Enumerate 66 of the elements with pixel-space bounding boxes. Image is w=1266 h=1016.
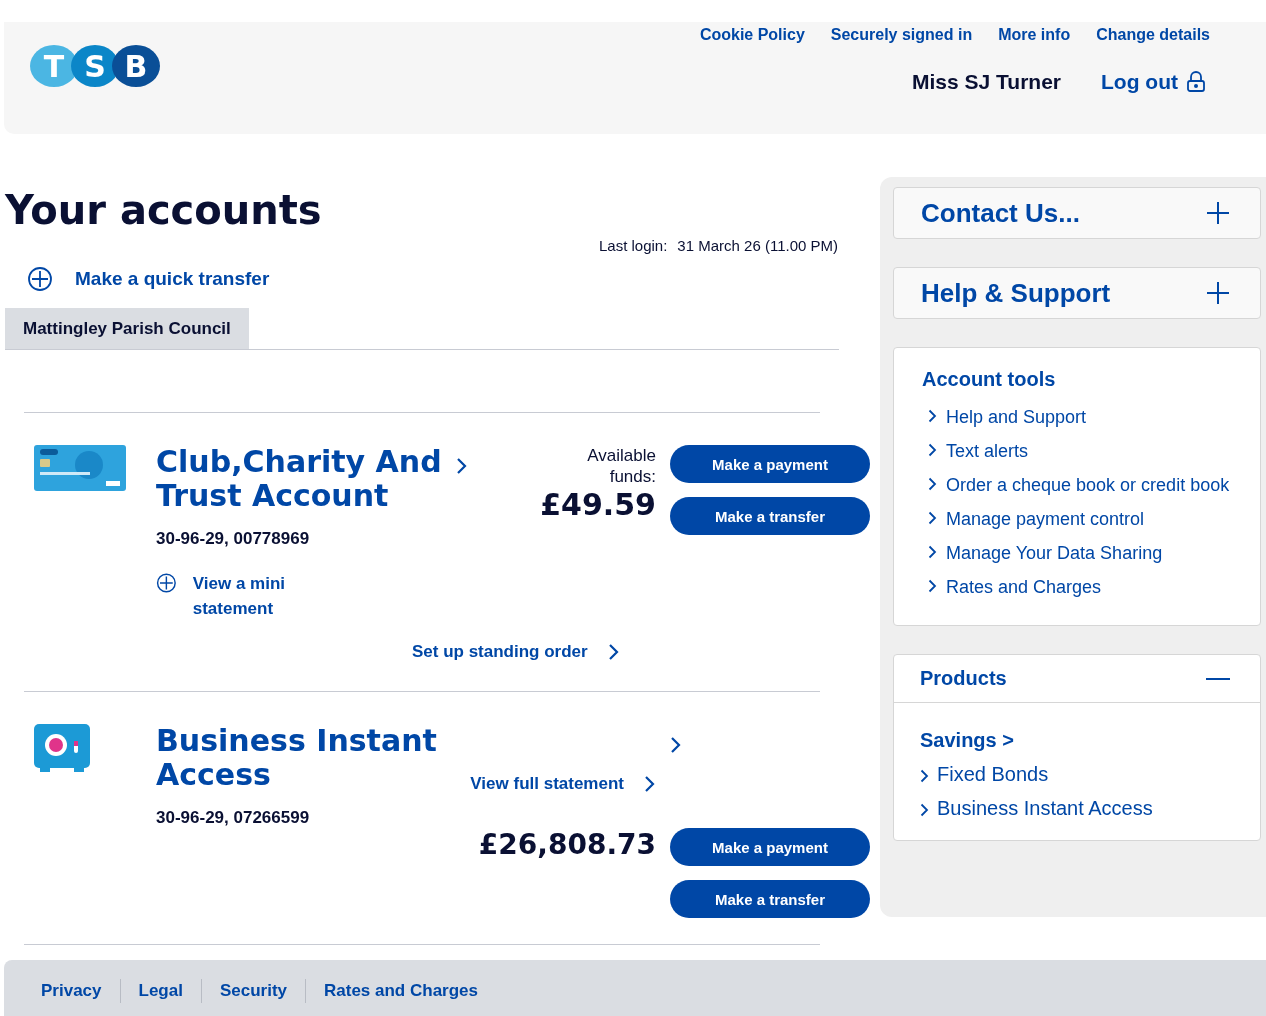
chevron-right-icon: [928, 477, 937, 491]
account-tool-link[interactable]: Text alerts: [946, 439, 1029, 463]
minus-icon: [1206, 676, 1230, 681]
chevron-right-icon: [920, 769, 929, 783]
safe-icon: [34, 724, 90, 772]
account-tool-link[interactable]: Order a cheque book or credit book: [946, 473, 1230, 497]
account-action-link[interactable]: View full statement: [470, 774, 624, 794]
account-action-button[interactable]: Make a transfer: [670, 880, 870, 918]
footer-link[interactable]: Rates and Charges: [324, 981, 478, 1001]
accordion-title: Help & Support: [921, 277, 1111, 309]
header-link[interactable]: Cookie Policy: [699, 26, 805, 44]
account-balance: £49.59: [540, 487, 656, 522]
products-header[interactable]: Products: [894, 655, 1260, 703]
account-action-button[interactable]: Make a payment: [670, 445, 870, 483]
available-funds-label: Available funds:: [586, 445, 656, 487]
page-title: Your accounts: [5, 187, 323, 233]
card-title: Products: [920, 667, 1007, 690]
account-tool-link[interactable]: Rates and Charges: [946, 575, 1102, 599]
product-link[interactable]: Fixed Bonds: [937, 762, 1049, 786]
chevron-right-icon: [928, 511, 937, 525]
chevron-right-icon: [928, 409, 937, 423]
account-action-link[interactable]: Set up standing order: [412, 642, 588, 662]
account-name-link[interactable]: Business Instant Access: [156, 724, 456, 792]
chevron-right-icon: [607, 643, 620, 661]
accordion-header[interactable]: Help & Support: [893, 267, 1261, 319]
account-name-link[interactable]: Club,Charity And Trust Account: [156, 445, 456, 513]
header-link[interactable]: Change details: [1096, 26, 1210, 44]
plus-icon: [1206, 281, 1230, 305]
plus-icon: [1206, 201, 1230, 225]
account-balance: £26,808.73: [478, 828, 656, 861]
footer-link[interactable]: Privacy: [41, 981, 102, 1001]
user-name: Miss SJ Turner: [912, 70, 1062, 94]
logo-letter: B: [112, 45, 160, 87]
product-link[interactable]: Business Instant Access: [937, 796, 1153, 820]
plus-circle-icon: [27, 266, 53, 292]
product-category[interactable]: Savings >: [920, 729, 1014, 752]
bank-card-icon: [34, 445, 126, 491]
lock-icon: [1186, 71, 1206, 93]
chevron-right-icon: [644, 775, 656, 793]
chevron-right-icon: [928, 579, 937, 593]
mini-statement-link[interactable]: View a mini statement: [192, 571, 346, 621]
footer-link[interactable]: Legal: [138, 981, 183, 1001]
chevron-right-icon[interactable]: [670, 736, 682, 754]
accordion-header[interactable]: Contact Us...: [893, 187, 1261, 239]
logout-link[interactable]: Log out: [1101, 70, 1178, 94]
account-group-tab[interactable]: Mattingley Parish Council: [5, 308, 249, 349]
chevron-right-icon: [928, 545, 937, 559]
chevron-right-icon: [920, 803, 929, 817]
accordion-title: Contact Us...: [921, 197, 1080, 229]
account-number: 30-96-29, 07266599: [156, 808, 311, 828]
footer-link[interactable]: Security: [219, 981, 287, 1001]
account-tool-link[interactable]: Help and Support: [946, 405, 1087, 429]
account-tool-link[interactable]: Manage payment control: [946, 507, 1145, 531]
header-link[interactable]: More info: [998, 26, 1071, 44]
last-login-label: Last login:: [598, 237, 668, 254]
account-action-button[interactable]: Make a transfer: [670, 497, 870, 535]
card-title: Account tools: [922, 368, 1057, 391]
account-action-button[interactable]: Make a payment: [670, 828, 870, 866]
last-login-date: 31 March 26 (11.00 PM): [677, 237, 838, 254]
plus-circle-icon: [156, 571, 177, 595]
quick-transfer-link[interactable]: Make a quick transfer: [75, 268, 270, 290]
account-tool-link[interactable]: Manage Your Data Sharing: [946, 541, 1163, 565]
chevron-right-icon[interactable]: [456, 457, 468, 475]
account-number: 30-96-29, 00778969: [156, 529, 311, 549]
header-link[interactable]: Securely signed in: [830, 26, 973, 44]
chevron-right-icon: [928, 443, 937, 457]
